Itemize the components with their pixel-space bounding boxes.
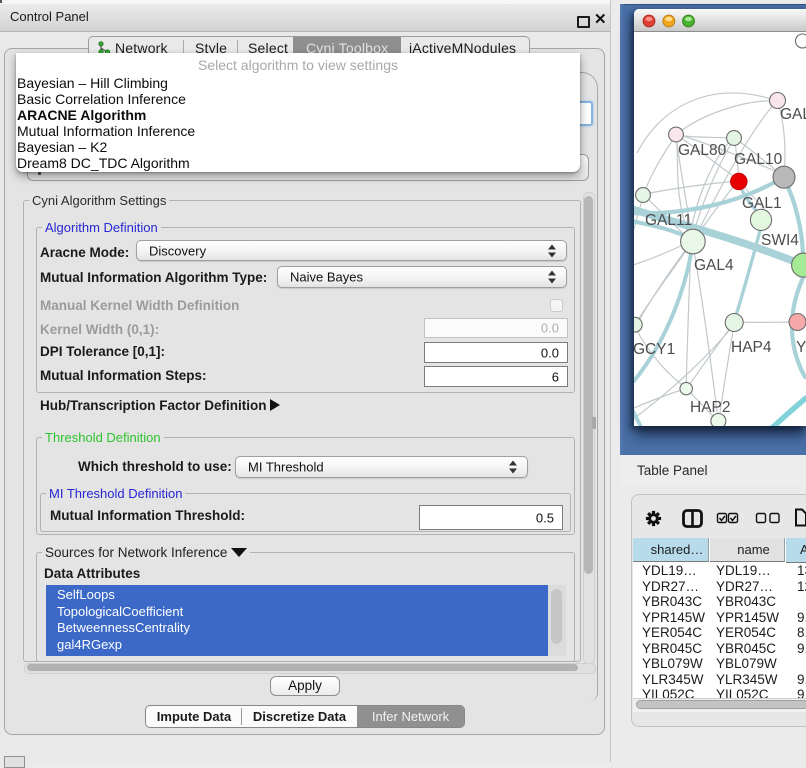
svg-text:GAL11: GAL11 [645, 212, 692, 229]
svg-text:GAL4: GAL4 [694, 257, 734, 274]
svg-text:HAP4: HAP4 [731, 339, 772, 356]
svg-text:GAL80: GAL80 [678, 142, 727, 159]
svg-text:GAL10: GAL10 [734, 151, 783, 168]
svg-text:Y: Y [796, 339, 806, 356]
svg-text:GCY1: GCY1 [634, 341, 675, 358]
svg-text:GAL7: GAL7 [780, 106, 806, 123]
svg-text:GAL1: GAL1 [742, 195, 782, 212]
svg-text:SWI4: SWI4 [761, 232, 799, 249]
svg-text:HAP2: HAP2 [690, 399, 731, 416]
